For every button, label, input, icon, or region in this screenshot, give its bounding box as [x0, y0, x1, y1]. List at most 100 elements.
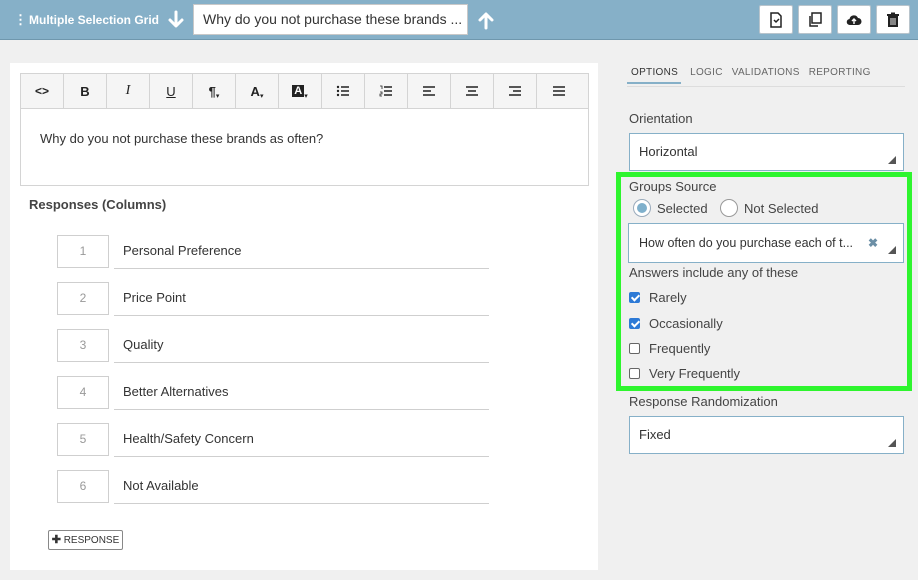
orientation-select[interactable]: Horizontal [629, 133, 904, 171]
radio-selected[interactable]: Selected [633, 199, 708, 217]
checkbox-checked[interactable] [629, 318, 640, 329]
response-number[interactable]: 1 [57, 235, 109, 268]
justify-icon [552, 86, 565, 96]
copy-icon [809, 11, 822, 27]
bullet-list-icon [336, 85, 349, 97]
align-right-icon [509, 86, 521, 96]
question-title-field[interactable]: Why do you not purchase these brands ... [193, 4, 468, 35]
radio-not-selected[interactable]: Not Selected [720, 199, 818, 217]
response-number[interactable]: 3 [57, 329, 109, 362]
answer-option-very-frequently[interactable]: Very Frequently [629, 366, 740, 381]
trash-icon [887, 12, 899, 27]
bullet-list-button[interactable] [322, 74, 365, 108]
dropdown-corner-icon [888, 439, 896, 447]
dropdown-corner-icon [888, 246, 896, 254]
checkbox-unchecked[interactable] [629, 368, 640, 379]
list-item: 4 Better Alternatives [57, 376, 499, 410]
response-number[interactable]: 5 [57, 423, 109, 456]
list-item: 3 Quality [57, 329, 499, 363]
tab-validations[interactable]: VALIDATIONS [732, 67, 800, 84]
numbered-list-icon [379, 85, 392, 97]
groups-source-label: Groups Source [629, 179, 717, 194]
underline-button[interactable]: U [150, 74, 193, 108]
response-number[interactable]: 2 [57, 282, 109, 315]
tab-options[interactable]: OPTIONS [627, 67, 682, 84]
randomization-label: Response Randomization [629, 394, 778, 409]
preview-icon [770, 11, 782, 28]
copy-button[interactable] [798, 5, 832, 34]
align-left-icon [423, 86, 435, 96]
answer-option-frequently[interactable]: Frequently [629, 341, 710, 356]
groups-source-question-select[interactable]: How often do you purchase each of t... ✖ [628, 223, 904, 263]
response-label[interactable]: Personal Preference [114, 235, 489, 269]
highlight-button[interactable]: A ▾ [279, 74, 322, 108]
italic-button[interactable]: I [107, 74, 150, 108]
randomization-value: Fixed [639, 427, 671, 442]
bold-icon: B [80, 83, 90, 99]
answer-option-occasionally[interactable]: Occasionally [629, 316, 723, 331]
font-color-button[interactable]: A ▾ [236, 74, 279, 108]
selected-question-value: How often do you purchase each of t... [639, 236, 854, 250]
tab-reporting[interactable]: REPORTING [809, 67, 871, 84]
clear-selection-icon[interactable]: ✖ [868, 224, 878, 262]
add-response-button[interactable]: ✚ RESPONSE [48, 530, 123, 550]
settings-tabs: OPTIONS LOGIC VALIDATIONS REPORTING [627, 67, 880, 84]
align-center-icon [466, 86, 478, 96]
response-label[interactable]: Quality [114, 329, 489, 363]
delete-button[interactable] [876, 5, 910, 34]
paragraph-button[interactable]: ¶ ▾ [193, 74, 236, 108]
response-label[interactable]: Health/Safety Concern [114, 423, 489, 457]
orientation-value: Horizontal [639, 144, 698, 159]
response-number[interactable]: 6 [57, 470, 109, 503]
orientation-label: Orientation [629, 111, 693, 126]
paragraph-icon: ¶ [208, 83, 216, 99]
code-view-button[interactable]: <> [21, 74, 64, 108]
code-icon: <> [34, 84, 49, 98]
radio-selected-label: Selected [657, 200, 708, 216]
justify-button[interactable] [537, 74, 580, 108]
response-number[interactable]: 4 [57, 376, 109, 409]
rich-text-editor[interactable]: <> B I U ¶ ▾ A ▾ A ▾ Why do you not purc… [20, 73, 589, 186]
tab-logic[interactable]: LOGIC [690, 67, 723, 84]
randomization-select[interactable]: Fixed [629, 416, 904, 454]
question-editor-panel: <> B I U ¶ ▾ A ▾ A ▾ Why do you not purc… [10, 63, 598, 570]
add-response-label: RESPONSE [63, 535, 120, 546]
list-item: 1 Personal Preference [57, 235, 499, 269]
arrow-down-icon[interactable] [167, 10, 185, 30]
radio-not-selected-label: Not Selected [744, 200, 819, 216]
checkbox-checked[interactable] [629, 292, 640, 303]
response-label[interactable]: Not Available [114, 470, 489, 504]
arrow-up-icon[interactable] [477, 10, 495, 30]
question-text[interactable]: Why do you not purchase these brands as … [40, 131, 323, 146]
answer-label: Occasionally [649, 316, 723, 331]
upload-button[interactable] [837, 5, 871, 34]
kebab-menu-icon[interactable]: ⋮ [14, 12, 27, 28]
answer-label: Very Frequently [649, 366, 741, 381]
question-type-label: Multiple Selection Grid [29, 13, 160, 27]
align-left-button[interactable] [408, 74, 451, 108]
align-center-button[interactable] [451, 74, 494, 108]
radio-button-checked[interactable] [633, 199, 651, 217]
numbered-list-button[interactable] [365, 74, 408, 108]
top-bar: ⋮ Multiple Selection Grid Why do you not… [0, 0, 918, 40]
list-item: 2 Price Point [57, 282, 499, 316]
preview-button[interactable] [759, 5, 793, 34]
dropdown-corner-icon [888, 156, 896, 164]
italic-icon: I [125, 83, 131, 98]
cloud-upload-icon [846, 14, 862, 25]
checkbox-unchecked[interactable] [629, 343, 640, 354]
bold-button[interactable]: B [64, 74, 107, 108]
answer-option-rarely[interactable]: Rarely [629, 290, 687, 305]
list-item: 5 Health/Safety Concern [57, 423, 499, 457]
answer-label: Frequently [649, 341, 711, 356]
response-label[interactable]: Price Point [114, 282, 489, 316]
underline-icon: U [166, 83, 176, 99]
highlight-icon: A [292, 85, 305, 97]
question-type-menu[interactable]: ⋮ Multiple Selection Grid [14, 12, 159, 28]
radio-button-unchecked[interactable] [720, 199, 738, 217]
responses-heading: Responses (Columns) [29, 197, 167, 212]
tabs-divider [627, 86, 905, 87]
list-item: 6 Not Available [57, 470, 499, 504]
align-right-button[interactable] [494, 74, 537, 108]
response-label[interactable]: Better Alternatives [114, 376, 489, 410]
